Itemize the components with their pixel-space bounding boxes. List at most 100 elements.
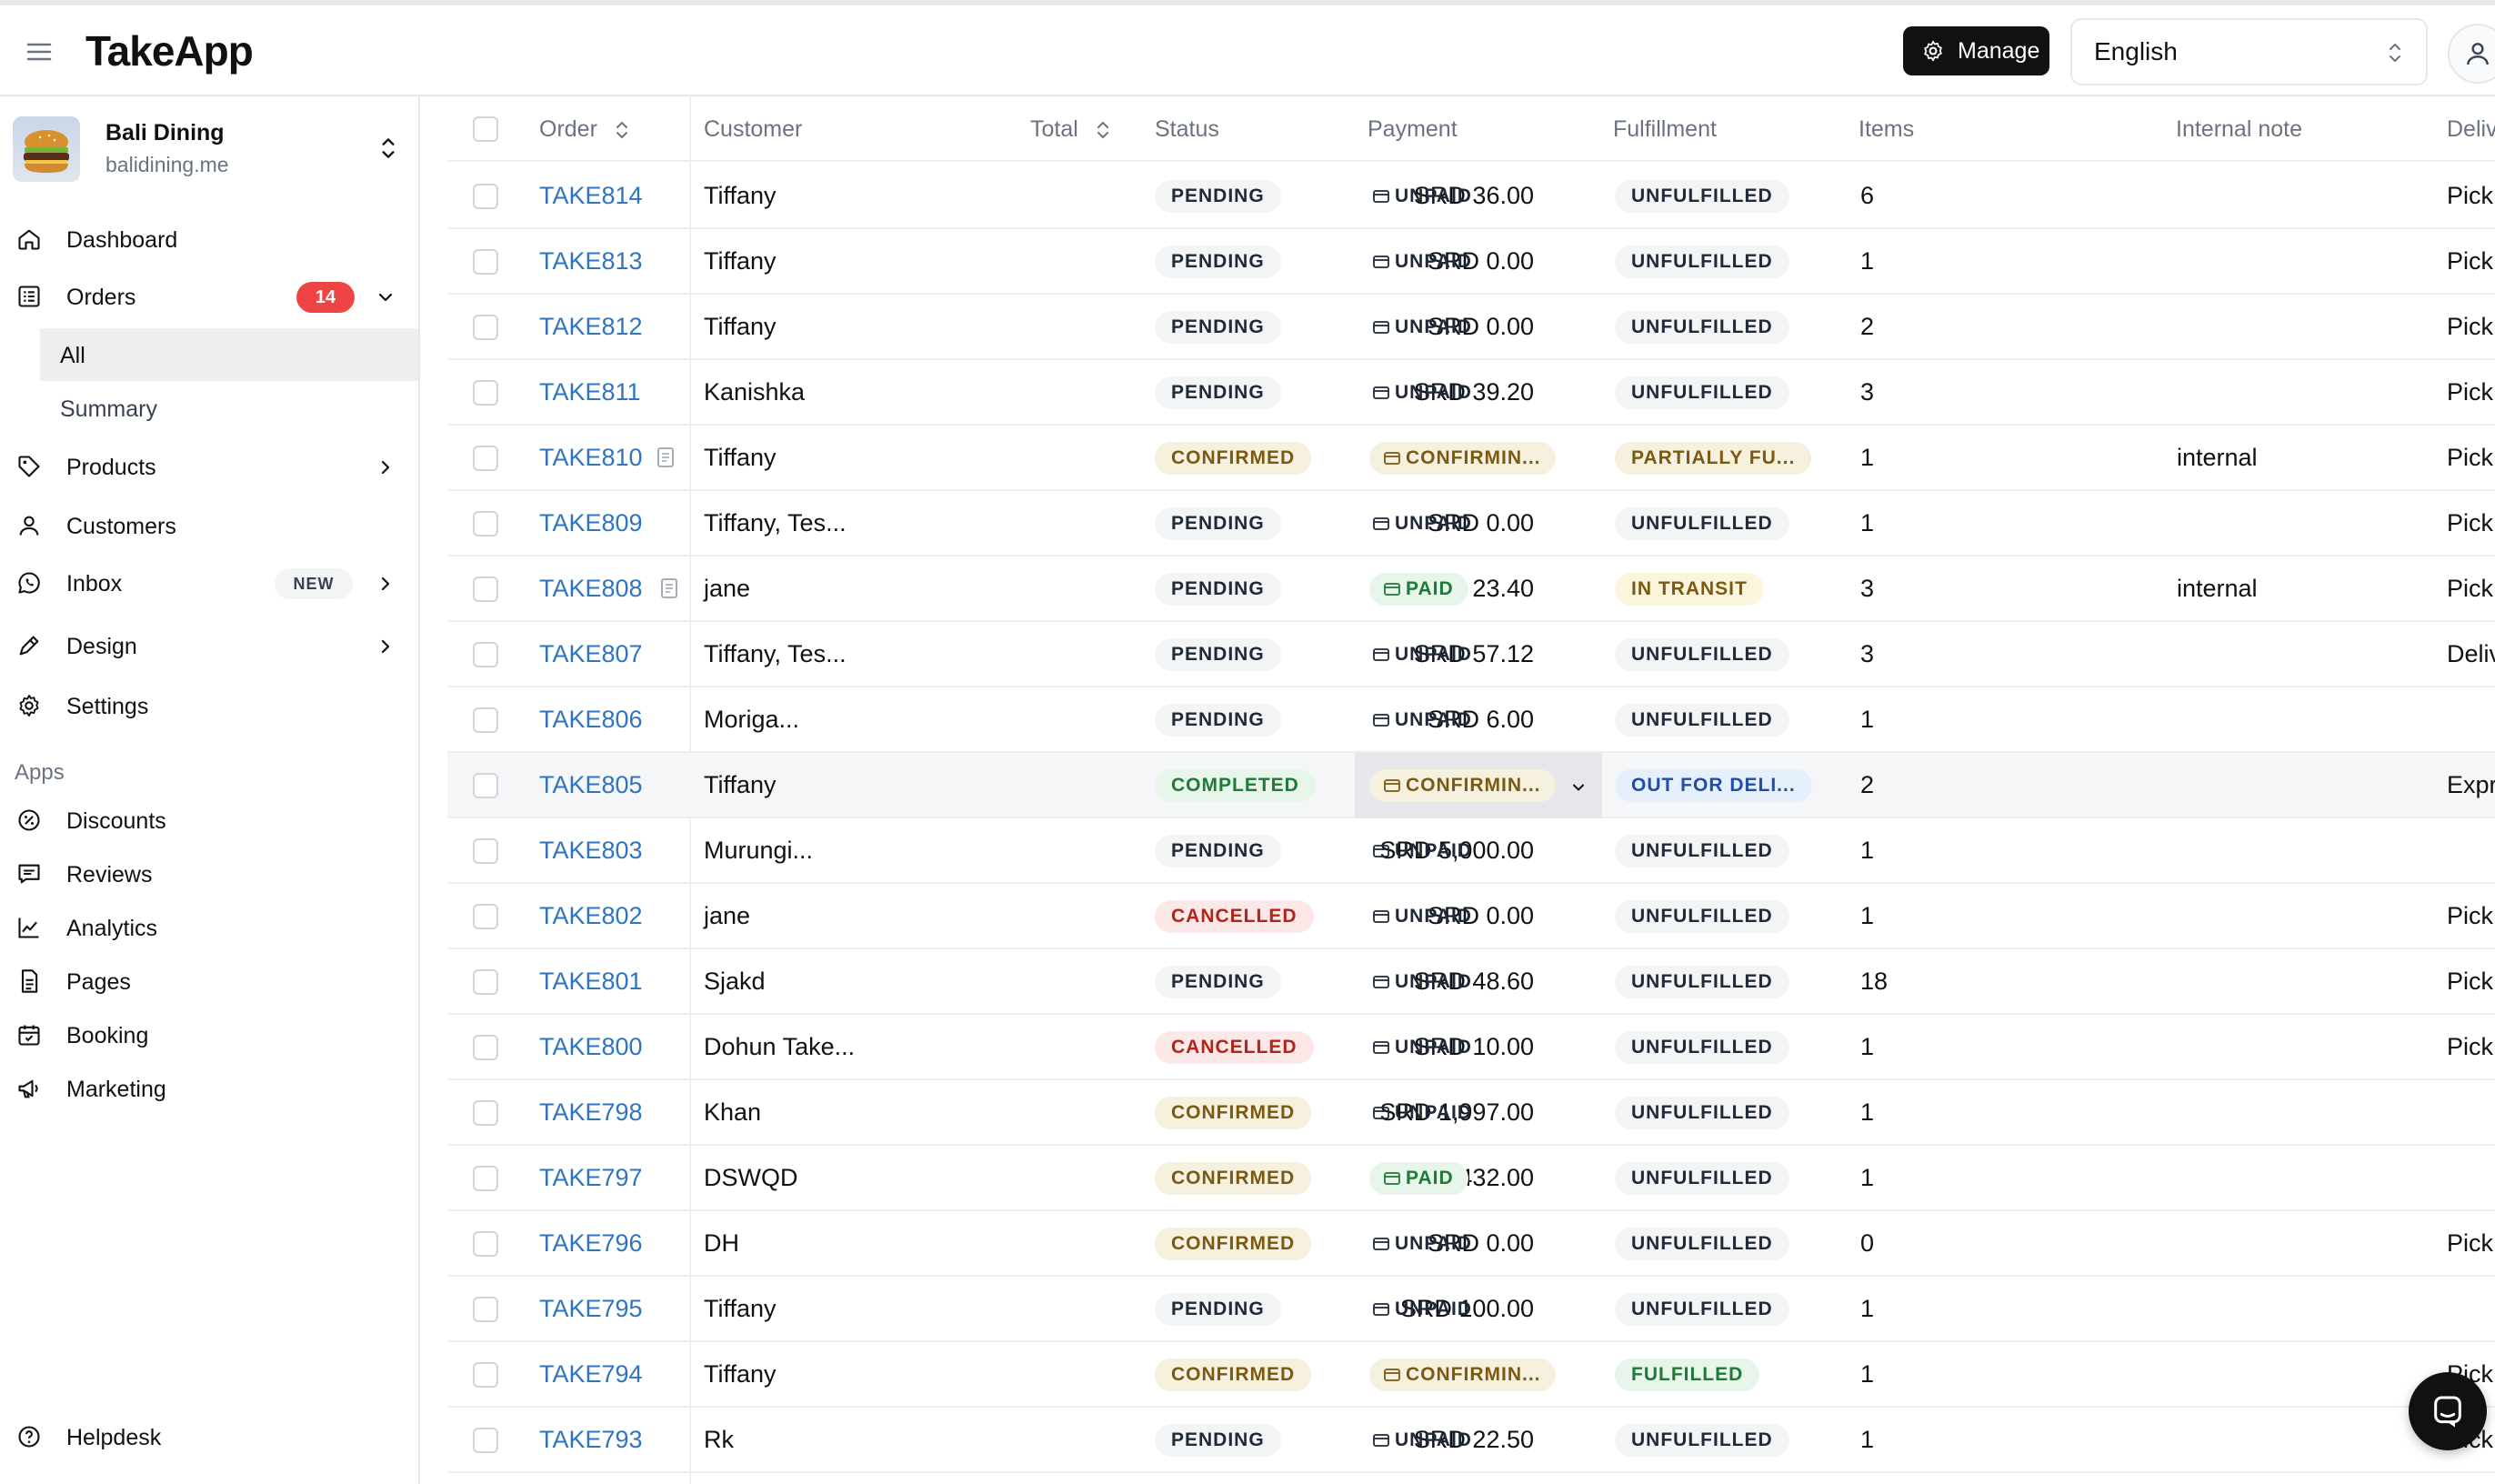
row-checkbox[interactable]	[473, 1231, 498, 1257]
column-header-delivery[interactable]: Deliv	[2447, 116, 2495, 143]
column-header-order[interactable]: Order	[539, 116, 629, 143]
column-header-status[interactable]: Status	[1155, 116, 1219, 143]
fulfillment-badge[interactable]: UNFULFILLED	[1615, 246, 1789, 278]
row-checkbox[interactable]	[473, 1166, 498, 1191]
payment-badge[interactable]: UNPAID	[1369, 180, 1476, 213]
payment-badge[interactable]: UNPAID	[1369, 966, 1476, 998]
fulfillment-badge[interactable]: UNFULFILLED	[1615, 835, 1789, 867]
fulfillment-badge[interactable]: UNFULFILLED	[1615, 900, 1789, 933]
status-badge[interactable]: PENDING	[1155, 1293, 1281, 1326]
nav-orders[interactable]: Orders 14	[0, 270, 418, 323]
order-link[interactable]: TAKE814	[539, 182, 643, 210]
row-checkbox[interactable]	[473, 773, 498, 798]
order-link[interactable]: TAKE812	[539, 313, 643, 341]
order-link[interactable]: TAKE796	[539, 1229, 643, 1258]
payment-badge[interactable]: UNPAID	[1369, 246, 1476, 278]
nav-products[interactable]: Products	[0, 440, 418, 493]
column-header-customer[interactable]: Customer	[704, 116, 802, 143]
column-header-total[interactable]: Total	[1030, 116, 1110, 143]
column-header-fulfillment[interactable]: Fulfillment	[1613, 116, 1717, 143]
payment-badge[interactable]: UNPAID	[1369, 704, 1476, 737]
row-checkbox[interactable]	[473, 249, 498, 275]
fulfillment-badge[interactable]: UNFULFILLED	[1615, 507, 1789, 540]
fulfillment-badge[interactable]: UNFULFILLED	[1615, 1228, 1789, 1260]
table-row[interactable]: TAKE794TiffanySRD 36.00CONFIRMEDCONFIRMI…	[447, 1342, 2495, 1408]
fulfillment-badge[interactable]: PARTIALLY FU...	[1615, 442, 1812, 475]
payment-badge[interactable]: UNPAID	[1369, 1228, 1476, 1260]
nav-orders-summary[interactable]: Summary	[40, 382, 418, 435]
table-row[interactable]: TAKE814 Tiffany SRD 36.00 PENDING UNPAID UNFU…	[447, 164, 2495, 229]
payment-badge[interactable]: CONFIRMIN...	[1369, 1359, 1556, 1391]
order-link[interactable]: TAKE808	[539, 575, 643, 603]
order-link[interactable]: TAKE803	[539, 837, 643, 865]
status-badge[interactable]: CANCELLED	[1155, 1031, 1314, 1064]
order-link[interactable]: TAKE797	[539, 1164, 643, 1192]
status-badge[interactable]: CONFIRMED	[1155, 1228, 1312, 1260]
row-checkbox[interactable]	[473, 642, 498, 667]
order-link[interactable]: TAKE810	[539, 444, 643, 472]
payment-badge[interactable]: UNPAID	[1369, 1424, 1476, 1457]
fulfillment-badge[interactable]: UNFULFILLED	[1615, 1162, 1789, 1195]
payment-badge[interactable]: UNPAID	[1369, 900, 1476, 933]
nav-settings[interactable]: Settings	[0, 679, 418, 732]
payment-badge[interactable]: PAID	[1369, 573, 1468, 606]
status-badge[interactable]: CONFIRMED	[1155, 1162, 1312, 1195]
table-row[interactable]: TAKE803 Murungi... SRD 5,000.00 PENDING UNPA…	[447, 818, 2495, 884]
table-row[interactable]: TAKE798 Khan SRD 1,997.00 CONFIRMED UNPAID UN…	[447, 1080, 2495, 1146]
row-checkbox[interactable]	[473, 838, 498, 864]
fulfillment-badge[interactable]: UNFULFILLED	[1615, 1424, 1789, 1457]
table-row[interactable]: TAKE801 Sjakd SRD 48.60 PENDING UNPAID UNFULF…	[447, 949, 2495, 1015]
nav-analytics[interactable]: Analytics	[0, 901, 418, 954]
status-badge[interactable]: COMPLETED	[1155, 769, 1316, 802]
fulfillment-badge[interactable]: UNFULFILLED	[1615, 1293, 1789, 1326]
order-link[interactable]: TAKE806	[539, 706, 643, 734]
table-row[interactable]: TAKE797DSWQDSRD 432.00CONFIRMEDPAIDUNFUL…	[447, 1146, 2495, 1211]
table-row[interactable]: TAKE796 DH SRD 0.00 CONFIRMED UNPAID UNFULFIL…	[447, 1211, 2495, 1277]
column-header-internal-note[interactable]: Internal note	[2176, 116, 2302, 143]
language-select[interactable]: English	[2070, 18, 2428, 85]
status-badge[interactable]: PENDING	[1155, 246, 1281, 278]
status-badge[interactable]: PENDING	[1155, 638, 1281, 671]
order-link[interactable]: TAKE795	[539, 1295, 643, 1323]
nav-dashboard[interactable]: Dashboard	[0, 213, 418, 266]
order-link[interactable]: TAKE793	[539, 1426, 643, 1454]
table-row[interactable]: TAKE809 Tiffany, Tes... SRD 0.00 PENDING UNP…	[447, 491, 2495, 556]
nav-customers[interactable]: Customers	[0, 499, 418, 552]
status-badge[interactable]: PENDING	[1155, 835, 1281, 867]
row-checkbox[interactable]	[473, 577, 498, 602]
fulfillment-badge[interactable]: UNFULFILLED	[1615, 966, 1789, 998]
payment-badge[interactable]: CONFIRMIN...	[1369, 442, 1556, 475]
column-header-items[interactable]: Items	[1859, 116, 1914, 143]
store-switcher[interactable]: Bali Dining balidining.me	[13, 115, 413, 184]
status-badge[interactable]: PENDING	[1155, 311, 1281, 344]
fulfillment-badge[interactable]: FULFILLED	[1615, 1359, 1760, 1391]
payment-badge[interactable]: CONFIRMIN...	[1369, 769, 1556, 802]
nav-orders-all[interactable]: All	[40, 328, 418, 381]
order-link[interactable]: TAKE802	[539, 902, 643, 930]
table-row[interactable]: TAKE793 Rk SRD 22.50 PENDING UNPAID UNFULFILL…	[447, 1408, 2495, 1473]
fulfillment-badge[interactable]: UNFULFILLED	[1615, 1031, 1789, 1064]
order-link[interactable]: TAKE813	[539, 247, 643, 276]
nav-pages[interactable]: Pages	[0, 955, 418, 1008]
nav-helpdesk[interactable]: Helpdesk	[0, 1410, 418, 1463]
row-checkbox[interactable]	[473, 1035, 498, 1060]
nav-booking[interactable]: Booking	[0, 1008, 418, 1061]
row-checkbox[interactable]	[473, 1297, 498, 1322]
fulfillment-badge[interactable]: UNFULFILLED	[1615, 311, 1789, 344]
order-link[interactable]: TAKE801	[539, 968, 643, 996]
status-badge[interactable]: CONFIRMED	[1155, 1097, 1312, 1129]
row-checkbox[interactable]	[473, 1362, 498, 1388]
nav-reviews[interactable]: Reviews	[0, 847, 418, 900]
row-checkbox[interactable]	[473, 707, 498, 733]
row-checkbox[interactable]	[473, 969, 498, 995]
status-badge[interactable]: PENDING	[1155, 573, 1281, 606]
payment-badge[interactable]: UNPAID	[1369, 835, 1476, 867]
status-badge[interactable]: PENDING	[1155, 1424, 1281, 1457]
fulfillment-badge[interactable]: UNFULFILLED	[1615, 1097, 1789, 1129]
payment-badge[interactable]: UNPAID	[1369, 311, 1476, 344]
payment-badge[interactable]: UNPAID	[1369, 638, 1476, 671]
status-badge[interactable]: CONFIRMED	[1155, 1359, 1312, 1391]
row-checkbox[interactable]	[473, 511, 498, 536]
column-header-payment[interactable]: Payment	[1368, 116, 1458, 143]
payment-badge[interactable]: UNPAID	[1369, 1031, 1476, 1064]
